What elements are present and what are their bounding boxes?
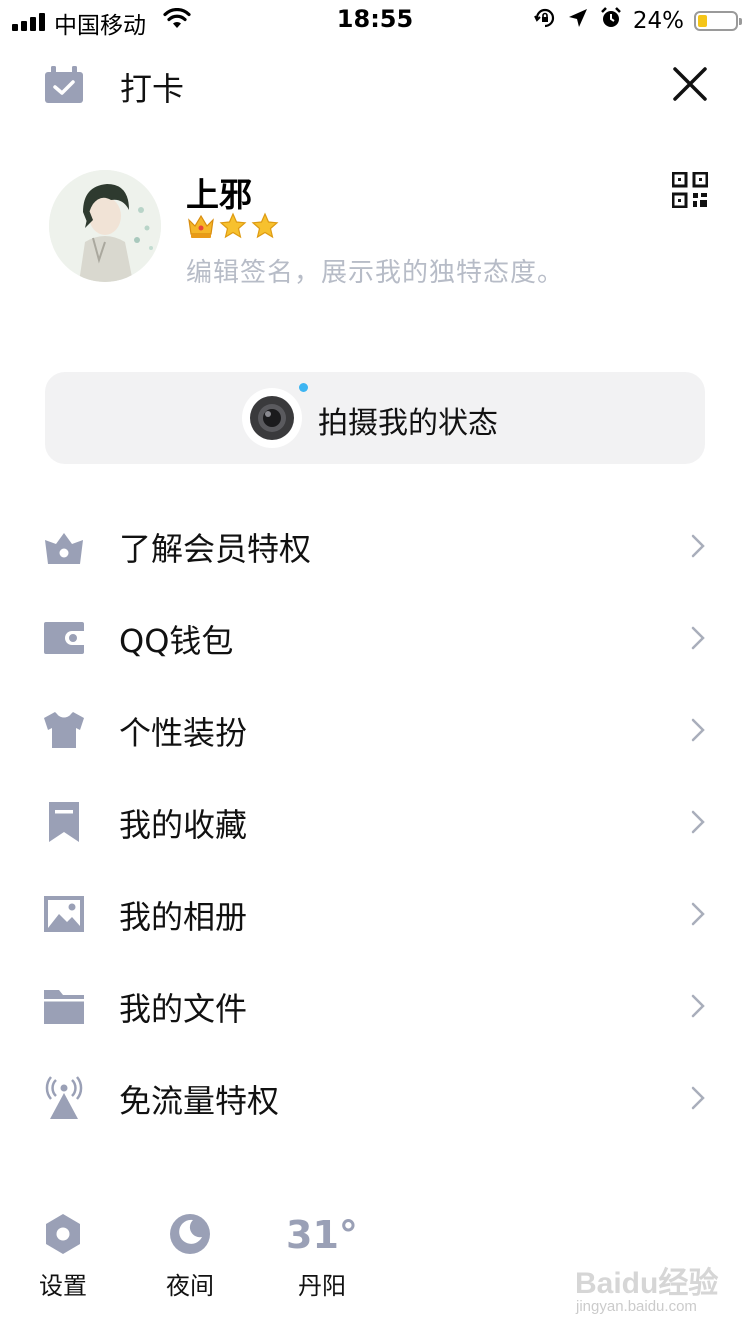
menu-item-label: 我的收藏 xyxy=(119,806,248,844)
menu-item-label: 我的相册 xyxy=(119,898,248,936)
bookmark-icon xyxy=(42,800,86,844)
night-mode-label: 夜间 xyxy=(166,1272,214,1300)
night-mode-button[interactable]: 夜间 xyxy=(145,1210,235,1301)
signature[interactable]: 编辑签名，展示我的独特态度。 xyxy=(186,252,564,289)
photo-icon xyxy=(42,892,86,936)
folder-icon xyxy=(42,984,86,1028)
star-icon xyxy=(250,212,280,244)
weather-city: 丹阳 xyxy=(298,1272,346,1300)
close-icon[interactable] xyxy=(668,62,712,106)
chevron-right-icon xyxy=(688,623,708,653)
chevron-right-icon xyxy=(688,715,708,745)
menu-item-label: QQ钱包 xyxy=(119,622,234,660)
status-bar: 中国移动 18:55 24% xyxy=(0,0,750,40)
menu-item-theme[interactable]: 个性装扮 xyxy=(0,684,750,776)
alarm-icon xyxy=(599,6,623,36)
nickname[interactable]: 上邪 xyxy=(186,168,252,216)
menu-item-label: 了解会员特权 xyxy=(119,530,312,568)
chevron-right-icon xyxy=(688,807,708,837)
crown-icon xyxy=(186,212,216,244)
camera-icon xyxy=(242,388,302,448)
chevron-right-icon xyxy=(688,1083,708,1113)
menu-item-files[interactable]: 我的文件 xyxy=(0,960,750,1052)
location-icon xyxy=(567,7,589,35)
calendar-check-icon[interactable] xyxy=(44,66,84,108)
moon-icon xyxy=(145,1210,235,1258)
shoot-status-label: 拍摄我的状态 xyxy=(318,406,498,441)
menu-item-label: 我的文件 xyxy=(119,990,248,1028)
tshirt-icon xyxy=(42,708,86,752)
avatar[interactable] xyxy=(49,170,161,282)
menu-item-album[interactable]: 我的相册 xyxy=(0,868,750,960)
rotation-lock-icon xyxy=(533,6,557,36)
chevron-right-icon xyxy=(688,531,708,561)
menu-item-vip[interactable]: 了解会员特权 xyxy=(0,500,750,592)
baidu-jingyan-watermark: Baidu经验 xyxy=(575,1267,719,1300)
weather-temperature: 31° xyxy=(286,1213,358,1257)
qr-code-icon[interactable] xyxy=(671,171,709,209)
menu-item-label: 免流量特权 xyxy=(119,1082,280,1120)
checkin-label[interactable]: 打卡 xyxy=(120,64,184,110)
menu-item-free-data[interactable]: 免流量特权 xyxy=(0,1052,750,1144)
wallet-icon xyxy=(42,616,86,660)
weather-widget[interactable]: 31° 丹阳 xyxy=(277,1210,367,1301)
chevron-right-icon xyxy=(688,991,708,1021)
menu-item-wallet[interactable]: QQ钱包 xyxy=(0,592,750,684)
settings-icon xyxy=(18,1210,108,1258)
battery-icon xyxy=(694,11,742,31)
status-right-group: 24% xyxy=(533,6,742,36)
star-icon xyxy=(218,212,248,244)
settings-label: 设置 xyxy=(39,1272,87,1300)
chevron-right-icon xyxy=(688,899,708,929)
menu-item-label: 个性装扮 xyxy=(119,714,248,752)
level-badges[interactable] xyxy=(186,212,280,244)
menu-item-favorites[interactable]: 我的收藏 xyxy=(0,776,750,868)
signal-tower-icon xyxy=(42,1076,86,1120)
new-dot xyxy=(299,383,308,392)
vip-crown-icon xyxy=(42,524,86,568)
settings-button[interactable]: 设置 xyxy=(18,1210,108,1301)
battery-percent: 24% xyxy=(632,8,684,34)
watermark-url: jingyan.baidu.com xyxy=(576,1298,697,1315)
